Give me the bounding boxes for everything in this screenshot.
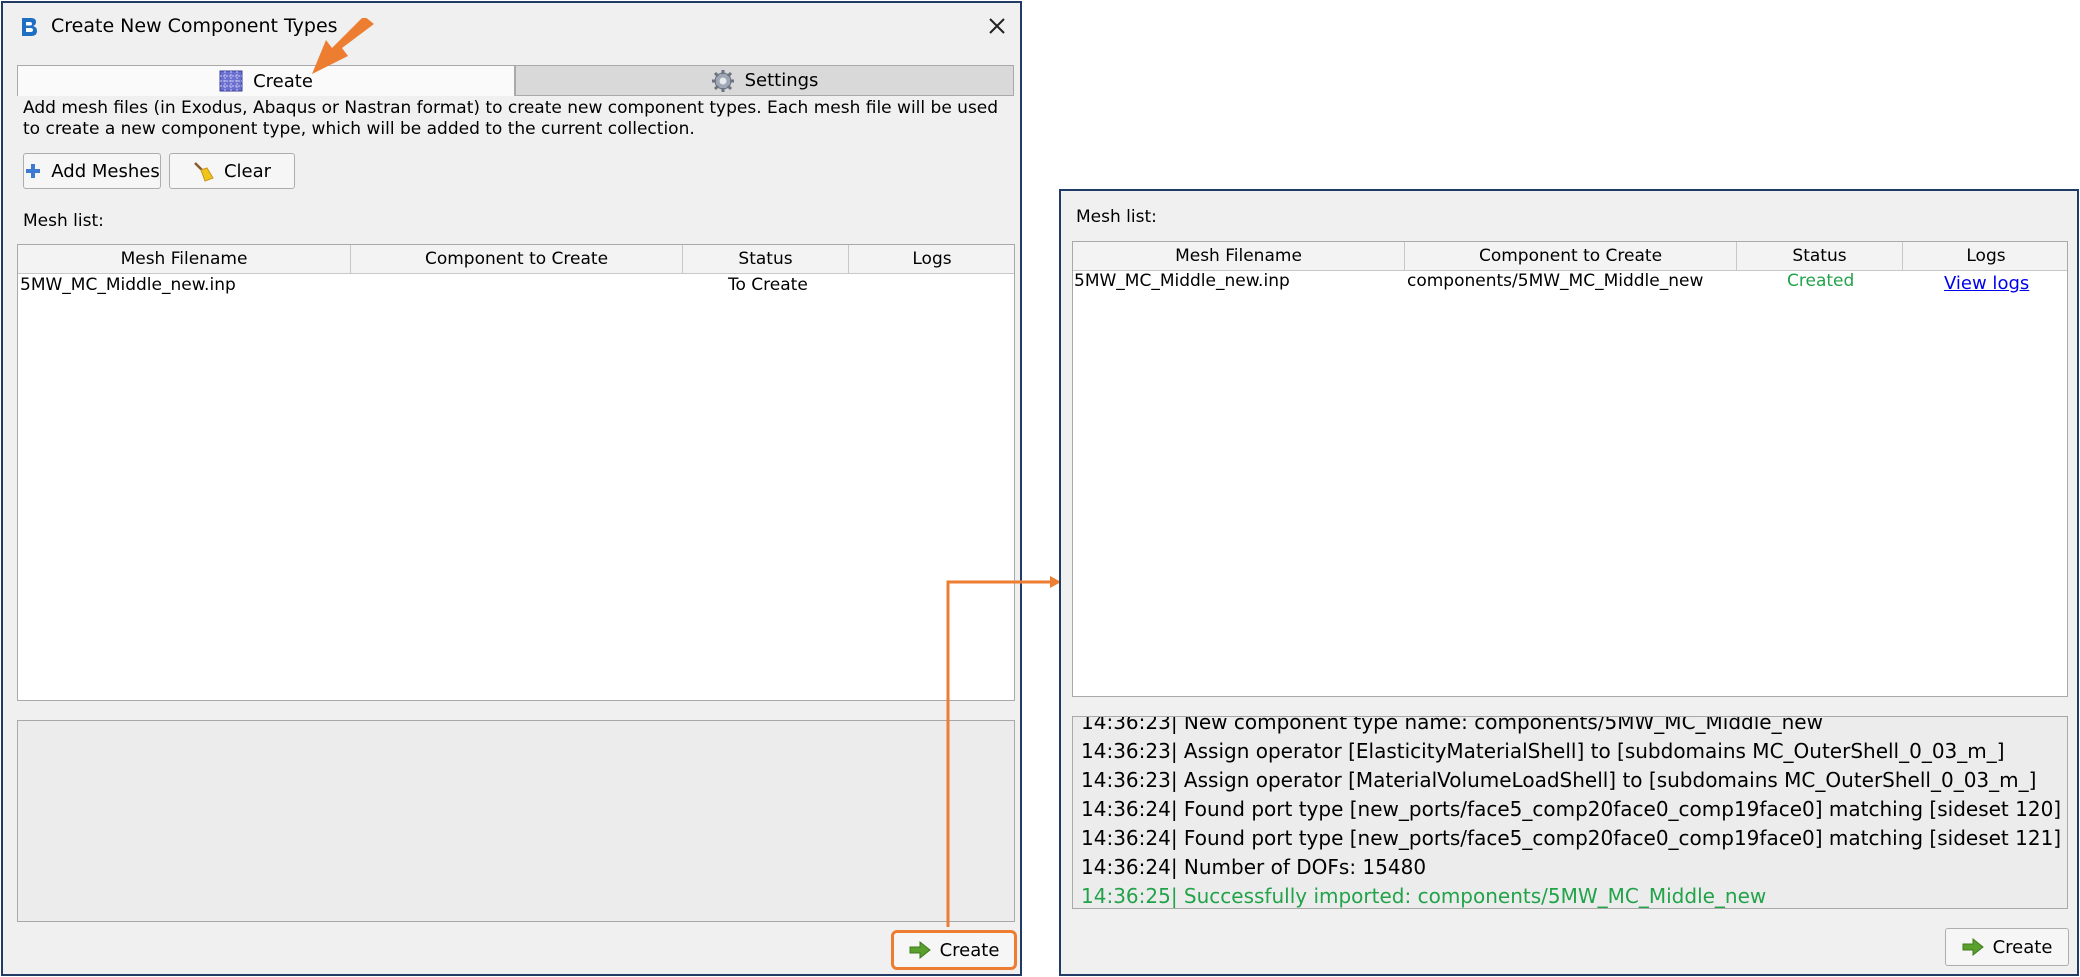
gear-icon xyxy=(711,69,734,92)
cell-component: components/5MW_MC_Middle_new xyxy=(1407,271,1704,291)
create-label: Create xyxy=(1992,936,2053,958)
arrow-right-icon xyxy=(909,941,931,959)
close-icon[interactable] xyxy=(982,11,1012,41)
plus-icon xyxy=(26,164,41,178)
table-header: Mesh Filename Component to Create Status… xyxy=(18,245,1014,274)
mesh-list-label: Mesh list: xyxy=(1076,207,1157,227)
table-header: Mesh Filename Component to Create Status… xyxy=(1073,242,2067,271)
log-line: 14:36:23| Assign operator [ElasticityMat… xyxy=(1081,739,2005,763)
tab-bar: Create Settings xyxy=(17,65,1014,96)
column-header-mesh-filename[interactable]: Mesh Filename xyxy=(18,245,351,273)
cell-mesh-filename: 5MW_MC_Middle_new.inp xyxy=(20,275,236,295)
log-panel xyxy=(17,720,1015,922)
column-header-component[interactable]: Component to Create xyxy=(351,245,683,273)
window-title: Create New Component Types xyxy=(51,15,338,37)
log-line: 14:36:23| New component type name: compo… xyxy=(1081,716,1823,734)
clear-label: Clear xyxy=(223,160,272,182)
tab-create[interactable]: Create xyxy=(17,65,515,96)
column-header-logs[interactable]: Logs xyxy=(849,245,1015,273)
create-component-types-dialog-result: Mesh list: Mesh Filename Component to Cr… xyxy=(1059,189,2079,976)
arrow-right-icon xyxy=(1962,938,1984,956)
log-line: 14:36:24| Number of DOFs: 15480 xyxy=(1081,855,1427,879)
mesh-table[interactable]: Mesh Filename Component to Create Status… xyxy=(1072,241,2068,697)
log-panel[interactable]: 14:36:23| New component type name: compo… xyxy=(1072,716,2068,909)
log-line: 14:36:23| Assign operator [MaterialVolum… xyxy=(1081,768,2037,792)
tab-create-label: Create xyxy=(253,70,313,92)
add-meshes-label: Add Meshes xyxy=(51,160,160,182)
tab-settings[interactable]: Settings xyxy=(515,65,1014,96)
broom-icon xyxy=(194,162,214,182)
create-button[interactable]: Create xyxy=(891,930,1017,970)
annotation-arrow-icon xyxy=(312,18,374,74)
tab-settings-label: Settings xyxy=(744,70,819,91)
create-label: Create xyxy=(939,939,1000,961)
cell-mesh-filename: 5MW_MC_Middle_new.inp xyxy=(1074,271,1290,291)
description-text: Add mesh files (in Exodus, Abaqus or Nas… xyxy=(23,98,999,139)
cell-status: To Create xyxy=(728,275,808,295)
mesh-list-label: Mesh list: xyxy=(23,211,104,231)
log-line: 14:36:24| Found port type [new_ports/fac… xyxy=(1081,826,2062,850)
view-logs-link[interactable]: View logs xyxy=(1944,273,2029,294)
log-line-success: 14:36:25| Successfully imported: compone… xyxy=(1081,884,1767,908)
column-header-status[interactable]: Status xyxy=(1737,242,1903,270)
mesh-table[interactable]: Mesh Filename Component to Create Status… xyxy=(17,244,1015,701)
title-bar: Create New Component Types xyxy=(3,3,1020,51)
column-header-logs[interactable]: Logs xyxy=(1903,242,2069,270)
clear-button[interactable]: Clear xyxy=(169,153,295,189)
log-line: 14:36:24| Found port type [new_ports/fac… xyxy=(1081,797,2062,821)
create-component-types-dialog: Create New Component Types Create Settin… xyxy=(1,1,1022,976)
grid-icon xyxy=(219,70,243,92)
column-header-component[interactable]: Component to Create xyxy=(1405,242,1737,270)
create-button[interactable]: Create xyxy=(1945,928,2069,966)
add-meshes-button[interactable]: Add Meshes xyxy=(23,153,161,189)
app-logo-icon xyxy=(22,18,37,36)
column-header-status[interactable]: Status xyxy=(683,245,849,273)
cell-status: Created xyxy=(1787,271,1855,291)
column-header-mesh-filename[interactable]: Mesh Filename xyxy=(1073,242,1405,270)
